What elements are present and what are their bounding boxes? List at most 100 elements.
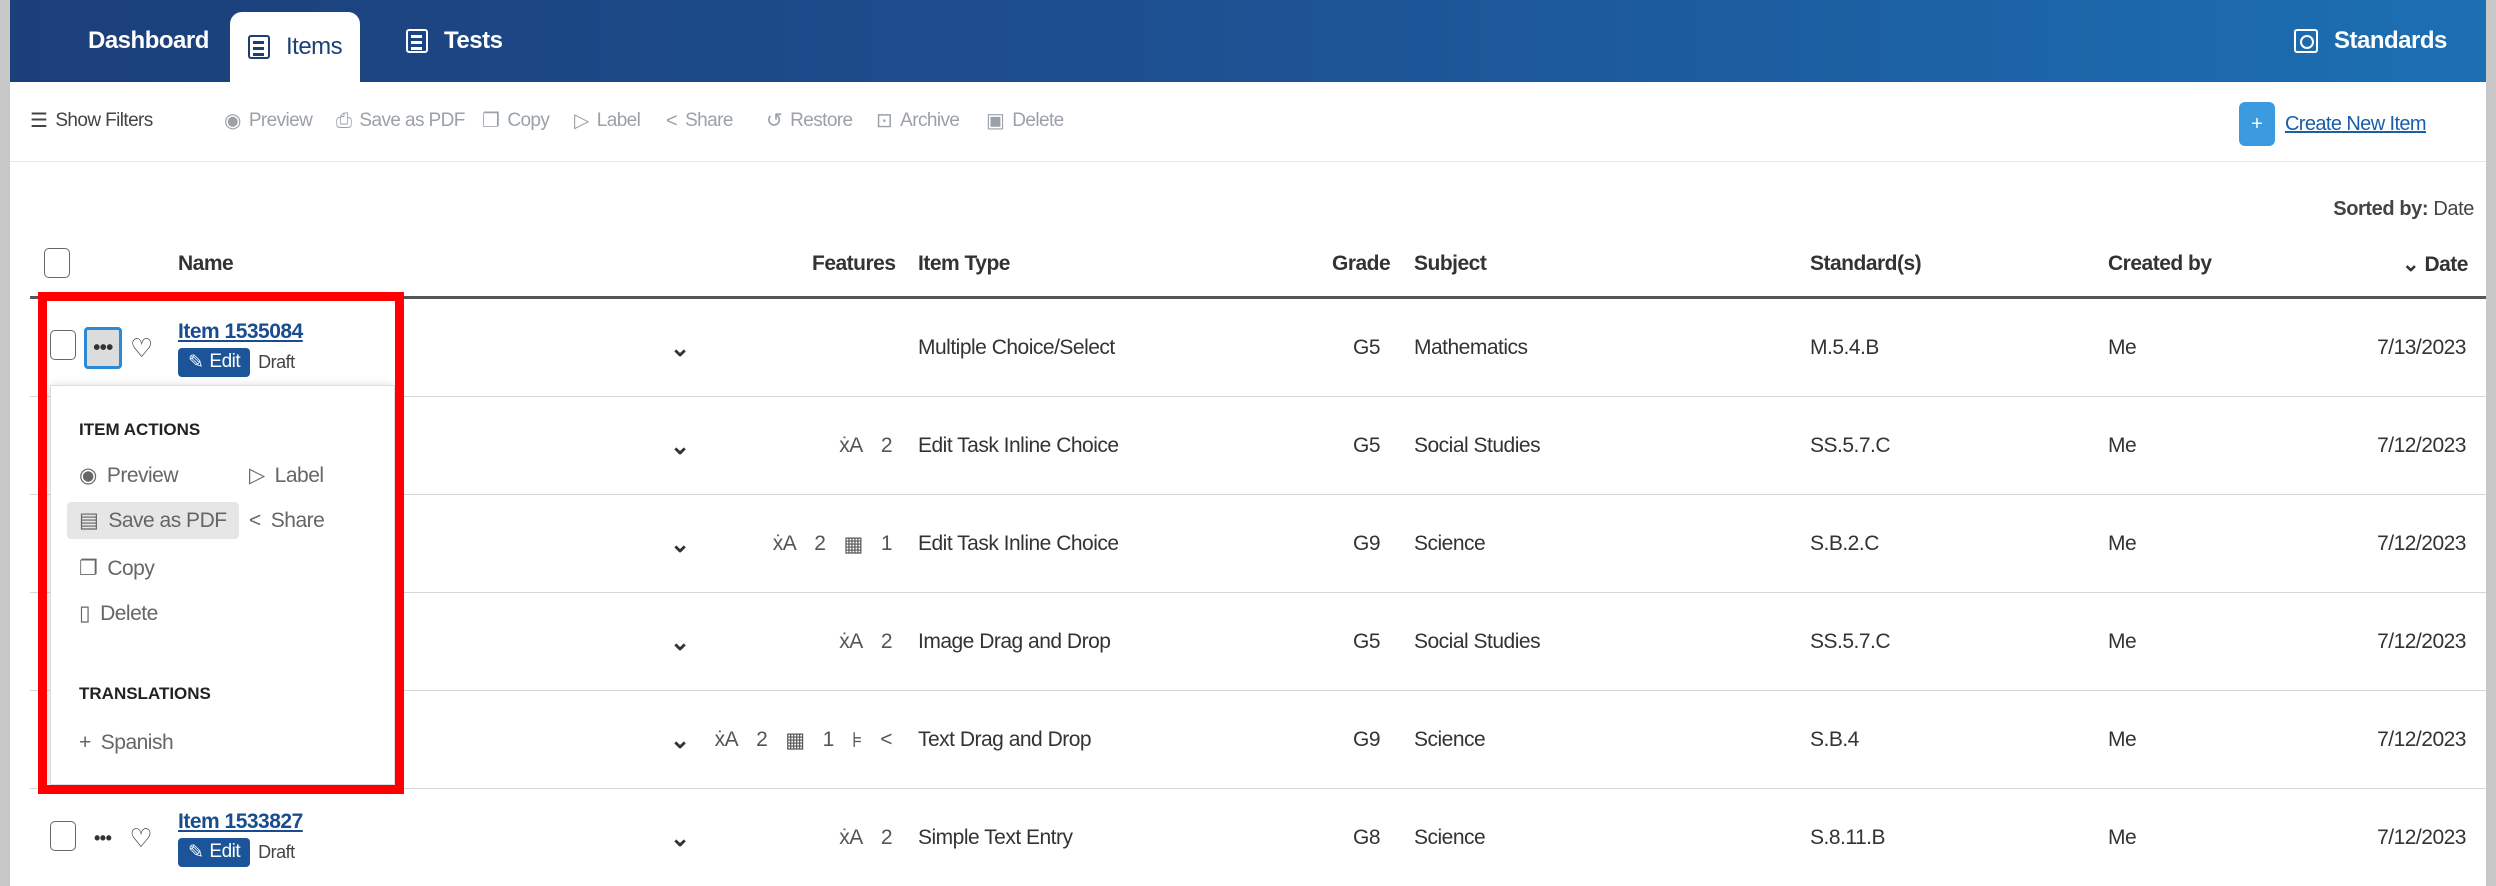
- standard-cell: S.B.4: [1810, 728, 1859, 751]
- features-cell: ẋA 2: [710, 593, 892, 691]
- nav-tab-tests[interactable]: Tests: [406, 0, 503, 82]
- share-button[interactable]: < Share: [666, 110, 733, 132]
- table-row[interactable]: ⌄ ẋA 2 ▦ 1 Edit Task Inline Choice G9 Scie…: [30, 495, 2486, 593]
- show-filters-button[interactable]: ☰ Show Filters: [30, 110, 153, 132]
- trash-icon: ▣: [986, 110, 1005, 132]
- table-row[interactable]: ⌄ ẋA 2 Image Drag and Drop G5 Social Stud…: [30, 593, 2486, 691]
- table-row[interactable]: ⌄ ẋA 2 Edit Task Inline Choice G5 Social …: [30, 397, 2486, 495]
- share-label: Share: [685, 110, 733, 131]
- item-type-cell: Image Drag and Drop: [918, 630, 1111, 653]
- label-button[interactable]: ▷ Label: [574, 110, 641, 132]
- item-actions-heading: ITEM ACTIONS: [79, 420, 201, 439]
- share-icon: <: [666, 110, 678, 132]
- created-by-cell: Me: [2108, 630, 2137, 653]
- date-cell: 7/12/2023: [2377, 434, 2466, 457]
- table-row[interactable]: ⌄ ẋA 2 ▦ 1 ⊧ < Text Drag and Drop G9 Scien…: [30, 691, 2486, 789]
- column-header-name[interactable]: Name: [178, 252, 234, 276]
- item-type-cell: Simple Text Entry: [918, 826, 1073, 849]
- more-options-icon[interactable]: •••: [84, 327, 122, 369]
- pdf-file-icon: ▤: [79, 509, 99, 532]
- created-by-cell: Me: [2108, 532, 2137, 555]
- menu-spanish[interactable]: + Spanish: [79, 731, 174, 755]
- column-header-features[interactable]: Features: [812, 252, 896, 276]
- expand-row-icon[interactable]: ⌄: [670, 299, 690, 397]
- share-icon: <: [880, 728, 892, 751]
- subject-cell: Science: [1414, 728, 1486, 751]
- translate-icon: ẋA: [839, 434, 863, 457]
- archive-label: Archive: [900, 110, 960, 131]
- translate-icon: ẋA: [839, 630, 863, 653]
- delete-button[interactable]: ▣ Delete: [986, 110, 1064, 132]
- copy-icon: ❐: [482, 110, 500, 132]
- column-header-date[interactable]: ⌄ Date: [2402, 252, 2468, 277]
- column-header-grade[interactable]: Grade: [1332, 252, 1391, 276]
- restore-label: Restore: [790, 110, 853, 131]
- expand-row-icon[interactable]: ⌄: [670, 691, 690, 789]
- expand-row-icon[interactable]: ⌄: [670, 397, 690, 495]
- top-navigation: Dashboard Items Tests Standards: [10, 0, 2486, 82]
- calculator-icon: ▦: [785, 728, 805, 752]
- column-header-item-type[interactable]: Item Type: [918, 252, 1010, 276]
- nav-items-label: Items: [286, 33, 343, 60]
- edit-button[interactable]: ✎ Edit: [178, 347, 251, 377]
- subject-cell: Science: [1414, 826, 1486, 849]
- menu-save-as-pdf[interactable]: ▤ Save as PDF: [67, 502, 239, 539]
- created-by-cell: Me: [2108, 434, 2137, 457]
- item-link[interactable]: Item 1533827: [178, 810, 303, 834]
- menu-share[interactable]: < Share: [249, 509, 325, 533]
- restore-button[interactable]: ↺ Restore: [766, 110, 853, 132]
- archive-button[interactable]: ⊡ Archive: [876, 110, 960, 132]
- tag-icon: ▷: [249, 464, 265, 487]
- translation-count: 2: [880, 826, 893, 849]
- copy-button[interactable]: ❐ Copy: [482, 110, 550, 132]
- menu-preview-label: Preview: [106, 463, 179, 487]
- standards-icon: [2294, 29, 2318, 53]
- preview-label: Preview: [248, 110, 313, 131]
- column-header-standards[interactable]: Standard(s): [1810, 252, 1922, 276]
- row-checkbox[interactable]: [50, 330, 76, 360]
- pencil-icon: ✎: [188, 351, 204, 373]
- create-new-item-link[interactable]: Create New Item: [2285, 113, 2427, 136]
- row-checkbox[interactable]: [50, 821, 76, 851]
- table-row[interactable]: ••• ♡ Item 1535084 ✎ Edit Draft ⌄ Multipl…: [30, 299, 2486, 397]
- clipboard-icon: [406, 29, 428, 53]
- eye-icon: ◉: [79, 464, 97, 487]
- menu-save-pdf-label: Save as PDF: [108, 508, 227, 532]
- calculator-count: 1: [822, 728, 835, 751]
- table-row[interactable]: ••• ♡ Item 1533827 ✎ Edit Draft ⌄ ẋA 2 Sim…: [30, 789, 2486, 886]
- menu-delete[interactable]: ▯ Delete: [79, 601, 158, 626]
- label-label: Label: [596, 110, 641, 131]
- save-pdf-button[interactable]: ⎙ Save as PDF: [336, 110, 465, 132]
- translation-count: 2: [814, 532, 826, 555]
- more-options-icon[interactable]: •••: [94, 828, 112, 849]
- nav-tab-dashboard[interactable]: Dashboard: [88, 0, 209, 82]
- sorted-by-label: Sorted by:: [2333, 198, 2429, 220]
- item-link[interactable]: Item 1535084: [178, 320, 303, 344]
- column-header-created-by[interactable]: Created by: [2108, 252, 2212, 276]
- translation-count: 2: [880, 630, 893, 653]
- nav-tab-standards[interactable]: Standards: [2294, 0, 2447, 82]
- create-new-item-button[interactable]: + Create New Item: [2238, 102, 2427, 146]
- date-header-label: Date: [2424, 253, 2468, 276]
- copy-label: Copy: [507, 110, 550, 131]
- standard-cell: M.5.4.B: [1810, 336, 1879, 359]
- menu-copy[interactable]: ❐ Copy: [79, 556, 155, 581]
- sorted-by-value: Date: [2433, 198, 2474, 220]
- expand-row-icon[interactable]: ⌄: [670, 789, 690, 886]
- preview-button[interactable]: ◉ Preview: [224, 110, 313, 132]
- menu-preview[interactable]: ◉ Preview: [79, 463, 179, 488]
- expand-row-icon[interactable]: ⌄: [670, 495, 690, 593]
- column-header-subject[interactable]: Subject: [1414, 252, 1487, 276]
- heart-icon[interactable]: ♡: [129, 823, 152, 854]
- show-filters-label: Show Filters: [55, 110, 153, 131]
- heart-icon[interactable]: ♡: [130, 333, 153, 364]
- select-all-checkbox[interactable]: [44, 248, 70, 278]
- archive-icon: ⊡: [876, 110, 893, 132]
- features-cell: ẋA 2 ▦ 1 ⊧ <: [710, 691, 893, 789]
- item-type-cell: Edit Task Inline Choice: [918, 532, 1119, 555]
- edit-button[interactable]: ✎ Edit: [178, 837, 251, 867]
- menu-label[interactable]: ▷ Label: [249, 463, 324, 488]
- date-cell: 7/12/2023: [2377, 728, 2466, 751]
- expand-row-icon[interactable]: ⌄: [670, 593, 690, 691]
- nav-tab-items[interactable]: Items: [230, 12, 361, 82]
